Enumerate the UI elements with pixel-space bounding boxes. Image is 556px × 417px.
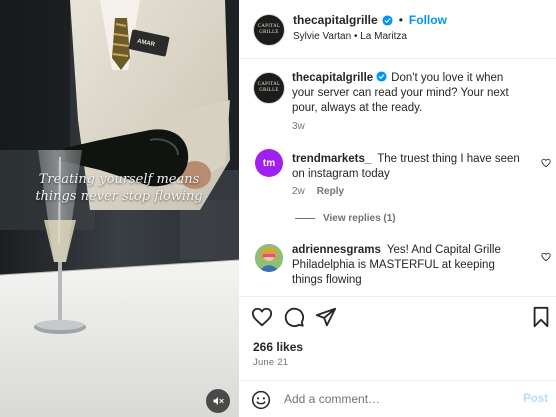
caption-meta: 3w <box>292 121 305 132</box>
caption-time: 3w <box>292 121 305 132</box>
comment-composer: Post <box>239 380 556 417</box>
comment-like-heart-icon[interactable] <box>541 158 551 168</box>
post-header: CAPITAL GRILLE thecapitalgrille • Follow… <box>239 0 556 59</box>
comment-like-heart-icon[interactable] <box>541 252 551 262</box>
post-video[interactable]: AMAR Treating yourself means things neve… <box>0 0 239 417</box>
muted-speaker-icon <box>213 397 224 405</box>
video-frame: AMAR <box>0 0 239 417</box>
avatar-logo-text: CAPITAL GRILLE <box>257 82 281 93</box>
caption-username[interactable]: thecapitalgrille <box>292 72 373 84</box>
emoji-icon[interactable] <box>251 390 271 410</box>
caption-author-avatar[interactable]: CAPITAL GRILLE <box>253 72 285 104</box>
likes-count[interactable]: 266 likes <box>253 340 303 354</box>
heart-icon[interactable] <box>251 306 273 328</box>
commenter-avatar[interactable] <box>255 244 283 272</box>
bookmark-icon[interactable] <box>530 306 552 328</box>
author-line: thecapitalgrille • Follow <box>293 13 447 27</box>
comment-username[interactable]: trendmarkets_ <box>292 153 371 165</box>
comment-icon[interactable] <box>283 306 305 328</box>
separator-dot: • <box>398 13 403 27</box>
author-avatar[interactable]: CAPITAL GRILLE <box>253 14 285 46</box>
comment-username[interactable]: adriennesgrams <box>292 244 381 256</box>
post-comment-button[interactable]: Post <box>523 393 548 405</box>
video-caption-line-2: things never stop flowing <box>35 189 203 204</box>
mute-button[interactable] <box>206 389 230 413</box>
comment-input[interactable] <box>284 392 514 406</box>
profile-photo <box>255 244 283 272</box>
comments-list: CAPITAL GRILLE thecapitalgrille Don't you… <box>239 60 556 295</box>
video-caption-line-1: Treating yourself means <box>38 172 200 187</box>
comment: trendmarkets_ The truest thing I have se… <box>292 152 527 182</box>
caption: thecapitalgrille Don't you love it when y… <box>292 71 527 116</box>
follow-button[interactable]: Follow <box>409 13 447 27</box>
post-details-panel: CAPITAL GRILLE thecapitalgrille • Follow… <box>239 0 556 417</box>
verified-badge-icon <box>376 71 387 82</box>
view-replies-label: View replies (1) <box>323 213 396 224</box>
share-icon[interactable] <box>315 306 337 328</box>
author-username[interactable]: thecapitalgrille <box>293 13 378 27</box>
reply-button[interactable]: Reply <box>317 186 344 197</box>
view-replies-button[interactable]: View replies (1) <box>295 213 396 224</box>
verified-badge-icon <box>382 14 393 26</box>
post-date: June 21 <box>253 357 289 368</box>
comment-meta: 2w Reply <box>292 186 344 197</box>
avatar-logo-text: tm <box>262 157 276 169</box>
comment-time: 2w <box>292 186 305 197</box>
replies-divider <box>295 218 315 219</box>
comment: adriennesgrams Yes! And Capital Grille P… <box>292 243 527 288</box>
post-actions <box>239 296 556 336</box>
commenter-avatar[interactable]: tm <box>255 149 283 177</box>
audio-attribution[interactable]: Sylvie Vartan • La Maritza <box>293 31 407 42</box>
avatar-logo-text: CAPITAL GRILLE <box>257 24 281 35</box>
